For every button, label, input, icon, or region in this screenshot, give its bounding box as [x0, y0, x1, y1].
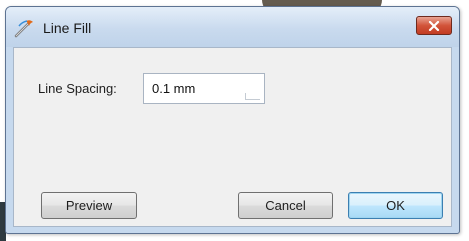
ok-button[interactable]: OK [348, 192, 443, 219]
preview-button[interactable]: Preview [41, 192, 137, 219]
line-spacing-label: Line Spacing: [38, 81, 117, 96]
dialog-title: Line Fill [43, 20, 92, 36]
resize-grip-icon [245, 93, 260, 100]
line-spacing-value: 0.1 mm [152, 81, 196, 96]
cancel-button[interactable]: Cancel [238, 192, 333, 219]
line-fill-dialog: Line Fill Line Spacing: 0.1 mm Preview C… [5, 6, 460, 234]
title-bar[interactable]: Line Fill [6, 7, 459, 47]
dialog-content: Line Spacing: 0.1 mm Preview Cancel OK [13, 47, 452, 227]
wand-icon [14, 20, 33, 38]
line-spacing-input[interactable]: 0.1 mm [143, 73, 265, 104]
close-icon [428, 20, 440, 31]
close-button[interactable] [416, 16, 452, 35]
